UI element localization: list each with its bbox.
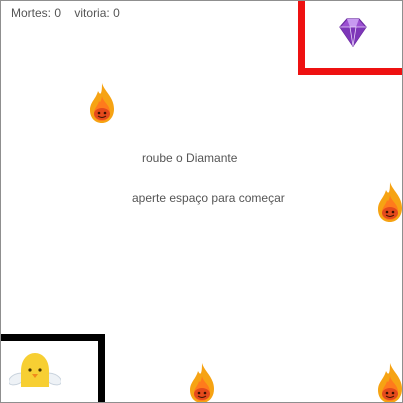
wins-value: 0 [113, 6, 120, 20]
flame-icon [375, 181, 402, 223]
flame-icon [87, 82, 117, 124]
flame-icon [187, 362, 217, 402]
start-instruction: aperte espaço para começar [132, 191, 285, 205]
flame-icon [375, 362, 402, 402]
objective-message: roube o Diamante [142, 151, 238, 165]
wins-label: vitoria: [74, 6, 110, 20]
wins-counter: vitoria: 0 [74, 6, 119, 20]
game-stage[interactable]: Mortes: 0 vitoria: 0 roube o Diamante ap… [0, 0, 403, 403]
deaths-label: Mortes: [11, 6, 52, 20]
deaths-value: 0 [54, 6, 62, 20]
deaths-counter: Mortes: 0 [11, 6, 64, 20]
diamond-icon [336, 15, 370, 49]
score-hud: Mortes: 0 vitoria: 0 [11, 6, 130, 20]
player-chick-icon [9, 351, 61, 391]
